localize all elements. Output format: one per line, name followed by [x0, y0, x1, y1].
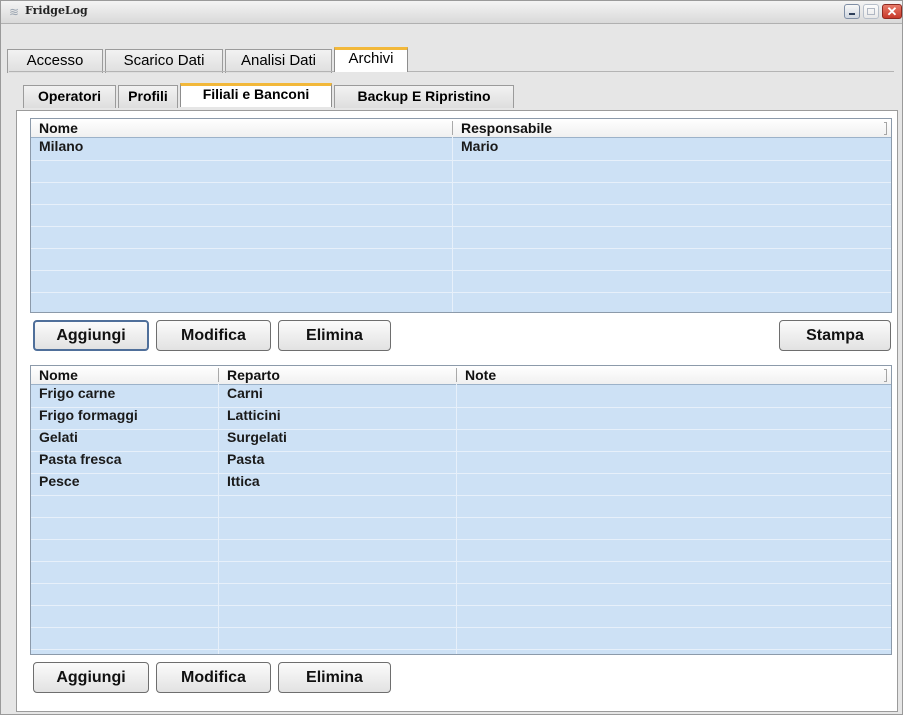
- print-button[interactable]: Stampa: [779, 320, 891, 351]
- filiali-add-button[interactable]: Aggiungi: [33, 320, 149, 351]
- tab-backup-e-ripristino[interactable]: Backup E Ripristino: [334, 85, 514, 108]
- column-header-reparto[interactable]: Reparto: [219, 366, 455, 384]
- tab-filiali-e-banconi[interactable]: Filiali e Banconi: [180, 83, 332, 107]
- table-row-empty: [31, 204, 891, 227]
- window-title: FridgeLog: [25, 4, 88, 17]
- table-row-empty: [31, 517, 891, 540]
- cell-nome: Pesce: [39, 473, 80, 489]
- maximize-button[interactable]: [863, 4, 879, 19]
- app-window: ≋ FridgeLog ✕ Accesso Scarico Dati Anali…: [0, 0, 903, 715]
- banconi-edit-button[interactable]: Modifica: [156, 662, 271, 693]
- header-end-marker: [884, 122, 887, 135]
- tab-profili[interactable]: Profili: [118, 85, 178, 108]
- tab-analisi-dati[interactable]: Analisi Dati: [225, 49, 332, 73]
- cell-reparto: Latticini: [227, 407, 281, 423]
- banconi-delete-button[interactable]: Elimina: [278, 662, 391, 693]
- close-button[interactable]: ✕: [882, 4, 902, 19]
- banconi-add-button[interactable]: Aggiungi: [33, 662, 149, 693]
- cell-note: [457, 385, 881, 406]
- table-row-empty: [31, 539, 891, 562]
- cell-reparto: Pasta: [227, 451, 265, 467]
- cell-nome: Milano: [39, 138, 84, 154]
- table-row-empty: [31, 627, 891, 650]
- banconi-table[interactable]: Nome Reparto Note Frigo carne Carni Frig…: [30, 365, 892, 655]
- cell-nome: Frigo formaggi: [39, 407, 138, 423]
- filiali-edit-button[interactable]: Modifica: [156, 320, 271, 351]
- tab-label: Backup E Ripristino: [357, 88, 491, 104]
- tab-operatori[interactable]: Operatori: [23, 85, 116, 108]
- cell-note: [457, 451, 881, 472]
- tab-label: Scarico Dati: [123, 52, 205, 69]
- header-end-marker: [884, 369, 887, 382]
- minimize-button[interactable]: [844, 4, 860, 19]
- column-header-nome[interactable]: Nome: [31, 119, 451, 137]
- tab-label: Archivi: [348, 50, 394, 67]
- table-row-empty: [31, 495, 891, 518]
- table-header: Nome Responsabile: [31, 119, 891, 138]
- minimize-icon: [849, 13, 855, 15]
- table-row-empty: [31, 182, 891, 205]
- tab-label: Filiali e Banconi: [202, 86, 310, 102]
- tab-label: Operatori: [37, 88, 101, 104]
- column-header-nome[interactable]: Nome: [31, 366, 217, 384]
- cell-responsabile: Mario: [461, 138, 499, 154]
- table-row[interactable]: Milano Mario: [31, 138, 891, 161]
- close-icon: ✕: [886, 4, 898, 19]
- table-row-empty: [31, 292, 891, 312]
- table-row[interactable]: Gelati Surgelati: [31, 429, 891, 452]
- cell-nome: Frigo carne: [39, 385, 116, 401]
- column-header-note[interactable]: Note: [457, 366, 881, 384]
- tab-scarico-dati[interactable]: Scarico Dati: [105, 49, 223, 73]
- cell-note: [457, 407, 881, 428]
- cell-note: [457, 429, 881, 450]
- cell-nome: Gelati: [39, 429, 78, 445]
- title-bar[interactable]: ≋ FridgeLog ✕: [1, 1, 902, 24]
- column-header-responsabile[interactable]: Responsabile: [453, 119, 883, 137]
- tab-archivi[interactable]: Archivi: [334, 47, 408, 72]
- cell-nome: Pasta fresca: [39, 451, 122, 467]
- table-row-empty: [31, 248, 891, 271]
- table-row-empty: [31, 270, 891, 293]
- table-row[interactable]: Pasta fresca Pasta: [31, 451, 891, 474]
- table-row-empty: [31, 226, 891, 249]
- cell-note: [457, 473, 881, 494]
- tab-accesso[interactable]: Accesso: [7, 49, 103, 73]
- table-row-empty: [31, 583, 891, 606]
- filiali-delete-button[interactable]: Elimina: [278, 320, 391, 351]
- cell-reparto: Ittica: [227, 473, 260, 489]
- tab-label: Analisi Dati: [240, 52, 317, 69]
- app-logo-icon: ≋: [8, 5, 20, 19]
- table-row-empty: [31, 605, 891, 628]
- cell-reparto: Surgelati: [227, 429, 287, 445]
- tab-strip-divider: [9, 71, 894, 72]
- table-row-empty: [31, 561, 891, 584]
- table-row[interactable]: Frigo formaggi Latticini: [31, 407, 891, 430]
- tab-label: Profili: [128, 88, 168, 104]
- table-row[interactable]: Pesce Ittica: [31, 473, 891, 496]
- table-row-empty: [31, 160, 891, 183]
- table-header: Nome Reparto Note: [31, 366, 891, 385]
- tab-label: Accesso: [26, 52, 84, 69]
- maximize-icon: [867, 8, 875, 15]
- filiali-table[interactable]: Nome Responsabile Milano Mario: [30, 118, 892, 313]
- table-row[interactable]: Frigo carne Carni: [31, 385, 891, 408]
- cell-reparto: Carni: [227, 385, 263, 401]
